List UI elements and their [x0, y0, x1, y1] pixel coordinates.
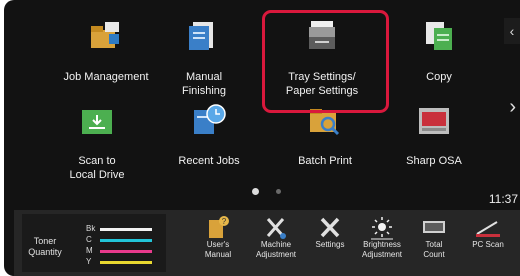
- touch-panel-screen: ‹ Job Management Manual Finishing Tray S…: [4, 0, 520, 276]
- tile-label: Copy: [426, 71, 452, 83]
- bottom-bar: Toner Quantity Bk C M Y ? User's Manual …: [14, 210, 520, 276]
- tile-label: Sharp OSA: [406, 155, 462, 167]
- users-manual-button[interactable]: ? User's Manual: [190, 214, 246, 260]
- tile-manual-finishing[interactable]: Manual Finishing: [149, 18, 259, 98]
- tile-copy[interactable]: Copy: [384, 18, 494, 88]
- highlight-frame: [262, 10, 389, 113]
- svg-text:?: ?: [222, 217, 227, 226]
- pc-scan-button[interactable]: PC Scan: [460, 214, 516, 250]
- toner-bar-m: [100, 250, 152, 253]
- tile-label: Scan to Local Drive: [69, 155, 125, 181]
- settings-icon: [320, 217, 340, 238]
- users-manual-icon: ?: [209, 216, 229, 238]
- machine-adjustment-icon: [266, 218, 286, 239]
- toner-quantity-panel[interactable]: Toner Quantity Bk C M Y: [22, 214, 166, 272]
- tile-label: Recent Jobs: [178, 155, 240, 167]
- tile-sharp-osa[interactable]: Sharp OSA: [379, 104, 489, 174]
- tile-label: Manual Finishing: [181, 71, 227, 97]
- manual-finishing-icon: [189, 22, 213, 50]
- page-indicator-dot-active[interactable]: [252, 188, 259, 195]
- toner-row-y: Y: [86, 257, 164, 268]
- tile-job-management[interactable]: Job Management: [51, 18, 161, 88]
- page-indicator-dot[interactable]: [276, 189, 281, 194]
- chevron-left-icon[interactable]: ‹: [504, 18, 520, 44]
- scan-to-local-drive-icon: [82, 110, 112, 134]
- tile-batch-print[interactable]: Batch Print: [270, 104, 380, 174]
- chevron-right-icon[interactable]: ›: [509, 96, 516, 119]
- recent-jobs-icon: [194, 104, 226, 134]
- toner-bar-bk: [100, 228, 152, 231]
- tile-scan-to-local-drive[interactable]: Scan to Local Drive: [42, 104, 152, 184]
- job-management-icon: [91, 22, 119, 48]
- pc-scan-icon: [476, 221, 500, 237]
- total-count-icon: [423, 221, 445, 233]
- tile-label: Batch Print: [298, 155, 352, 167]
- settings-button[interactable]: Settings: [302, 214, 358, 250]
- toner-row-c: C: [86, 235, 164, 246]
- toner-bar-y: [100, 261, 152, 264]
- toner-row-m: M: [86, 246, 164, 257]
- copy-icon: [426, 22, 452, 50]
- machine-adjustment-button[interactable]: Machine Adjustment: [248, 214, 304, 260]
- tile-label: Job Management: [63, 71, 149, 83]
- toner-label: Toner Quantity: [28, 236, 62, 257]
- sharp-osa-icon: [419, 108, 449, 134]
- toner-row-bk: Bk: [86, 224, 164, 235]
- brightness-adjustment-button[interactable]: Brightness Adjustment: [354, 214, 410, 260]
- total-count-button[interactable]: Total Count: [406, 214, 462, 260]
- brightness-icon: [371, 217, 393, 240]
- toner-bar-c: [100, 239, 152, 242]
- tile-recent-jobs[interactable]: Recent Jobs: [154, 104, 264, 174]
- clock: 11:37: [488, 192, 518, 206]
